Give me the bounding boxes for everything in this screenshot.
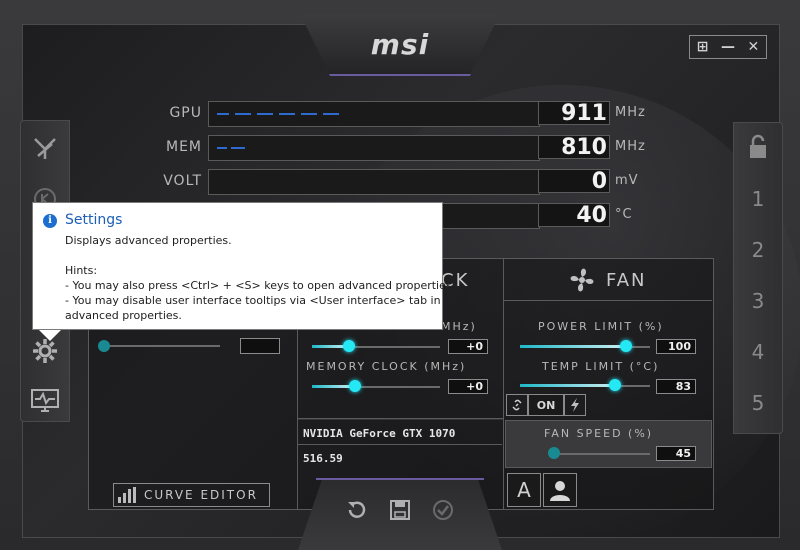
- bar-chart-icon: [118, 487, 136, 503]
- core-clock-track[interactable]: [350, 346, 440, 348]
- window-controls: ⊞ — ✕: [689, 35, 767, 59]
- divider: [503, 300, 712, 301]
- memory-clock-label: MEMORY CLOCK (MHz): [306, 360, 467, 373]
- link-icon[interactable]: [506, 394, 528, 416]
- lock-icon[interactable]: [742, 131, 774, 163]
- meter-value: 0: [538, 169, 610, 194]
- info-icon: i: [43, 214, 57, 228]
- meter-bar: [208, 135, 540, 161]
- tooltip-hint-1: - You may also press <Ctrl> + <S> keys t…: [65, 279, 456, 292]
- save-icon[interactable]: [385, 495, 415, 525]
- fan-speed-track[interactable]: [552, 453, 650, 455]
- memory-clock-value[interactable]: +0: [448, 379, 488, 394]
- user-fan-mode-icon[interactable]: [543, 473, 577, 507]
- fan-speed-label: FAN SPEED (%): [544, 427, 654, 440]
- temp-limit-track[interactable]: [618, 385, 650, 387]
- power-limit-value[interactable]: 100: [656, 339, 696, 354]
- minimize-button[interactable]: —: [715, 36, 740, 58]
- power-limit-track-fill[interactable]: [520, 345, 626, 348]
- meter-value: 810: [538, 135, 610, 160]
- link-on-button[interactable]: ON: [528, 394, 564, 416]
- profile-2-button[interactable]: 2: [734, 238, 782, 262]
- meter-unit: mV: [615, 173, 639, 188]
- core-clock-label: MHz): [441, 320, 477, 333]
- fan-speed-value[interactable]: 45: [656, 446, 696, 461]
- meter-gpu: GPU 911 MHz: [150, 99, 645, 127]
- link-toggle-group: ON: [506, 394, 586, 416]
- meter-volt: VOLT 0 mV: [150, 167, 638, 195]
- close-button[interactable]: ✕: [741, 36, 766, 58]
- meter-mem: MEM 810 MHz: [150, 133, 645, 161]
- profile-4-button[interactable]: 4: [734, 340, 782, 364]
- memory-clock-track-fill[interactable]: [312, 385, 354, 388]
- meter-unit: MHz: [615, 105, 646, 120]
- curve-editor-button[interactable]: CURVE EDITOR: [113, 483, 270, 507]
- fan-speed-thumb[interactable]: [548, 447, 560, 459]
- monitoring-icon[interactable]: [29, 385, 61, 417]
- power-limit-thumb[interactable]: [620, 340, 632, 352]
- meter-label: VOLT: [163, 173, 202, 189]
- meter-unit: °C: [615, 207, 633, 222]
- tooltip-hint-2: - You may disable user interface tooltip…: [65, 294, 441, 307]
- oc-scanner-icon[interactable]: [29, 133, 61, 165]
- curve-editor-label: CURVE EDITOR: [144, 488, 258, 502]
- bottom-edge: [316, 478, 484, 480]
- fan-icon: [566, 264, 598, 296]
- right-sidebar: 1 2 3 4 5: [733, 122, 783, 434]
- profile-3-button[interactable]: 3: [734, 289, 782, 313]
- meter-value: 911: [538, 101, 610, 126]
- voltage-slider-track[interactable]: [102, 345, 220, 347]
- tooltip-description: Displays advanced properties.: [65, 234, 232, 247]
- settings-tooltip: i Settings Displays advanced properties.…: [32, 202, 455, 330]
- meter-bar: [208, 101, 540, 127]
- temp-limit-thumb[interactable]: [609, 379, 621, 391]
- tooltip-hint-2-cont: advanced properties.: [65, 309, 182, 322]
- lightning-icon[interactable]: [564, 394, 586, 416]
- voltage-value-box[interactable]: [240, 338, 280, 354]
- voltage-slider-thumb[interactable]: [98, 340, 110, 352]
- profile-1-button[interactable]: 1: [734, 187, 782, 211]
- tooltip-hints-header: Hints:: [65, 264, 98, 277]
- temp-limit-value[interactable]: 83: [656, 379, 696, 394]
- core-clock-thumb[interactable]: [343, 340, 355, 352]
- reset-icon[interactable]: [342, 495, 372, 525]
- meter-value: 40: [538, 203, 610, 228]
- windows-icon[interactable]: ⊞: [690, 36, 715, 58]
- divider: [297, 444, 502, 445]
- profile-5-button[interactable]: 5: [734, 391, 782, 415]
- fan-auto-button[interactable]: A: [507, 473, 541, 507]
- temp-limit-label: TEMP LIMIT (°C): [542, 360, 660, 373]
- core-clock-value[interactable]: +0: [448, 339, 488, 354]
- driver-version: 516.59: [303, 452, 343, 465]
- meter-label: GPU: [169, 105, 202, 121]
- temp-limit-track-fill[interactable]: [520, 384, 616, 387]
- meter-unit: MHz: [615, 139, 646, 154]
- msi-logo: msi: [370, 28, 430, 61]
- memory-clock-track[interactable]: [356, 386, 440, 388]
- apply-check-icon[interactable]: [428, 495, 458, 525]
- meter-label: MEM: [165, 139, 202, 155]
- meter-bar: [208, 169, 540, 195]
- memory-clock-thumb[interactable]: [349, 380, 361, 392]
- power-limit-label: POWER LIMIT (%): [538, 320, 664, 333]
- tooltip-title: Settings: [65, 212, 123, 228]
- fan-section-title: FAN: [606, 270, 647, 291]
- gpu-name: NVIDIA GeForce GTX 1070: [303, 427, 456, 440]
